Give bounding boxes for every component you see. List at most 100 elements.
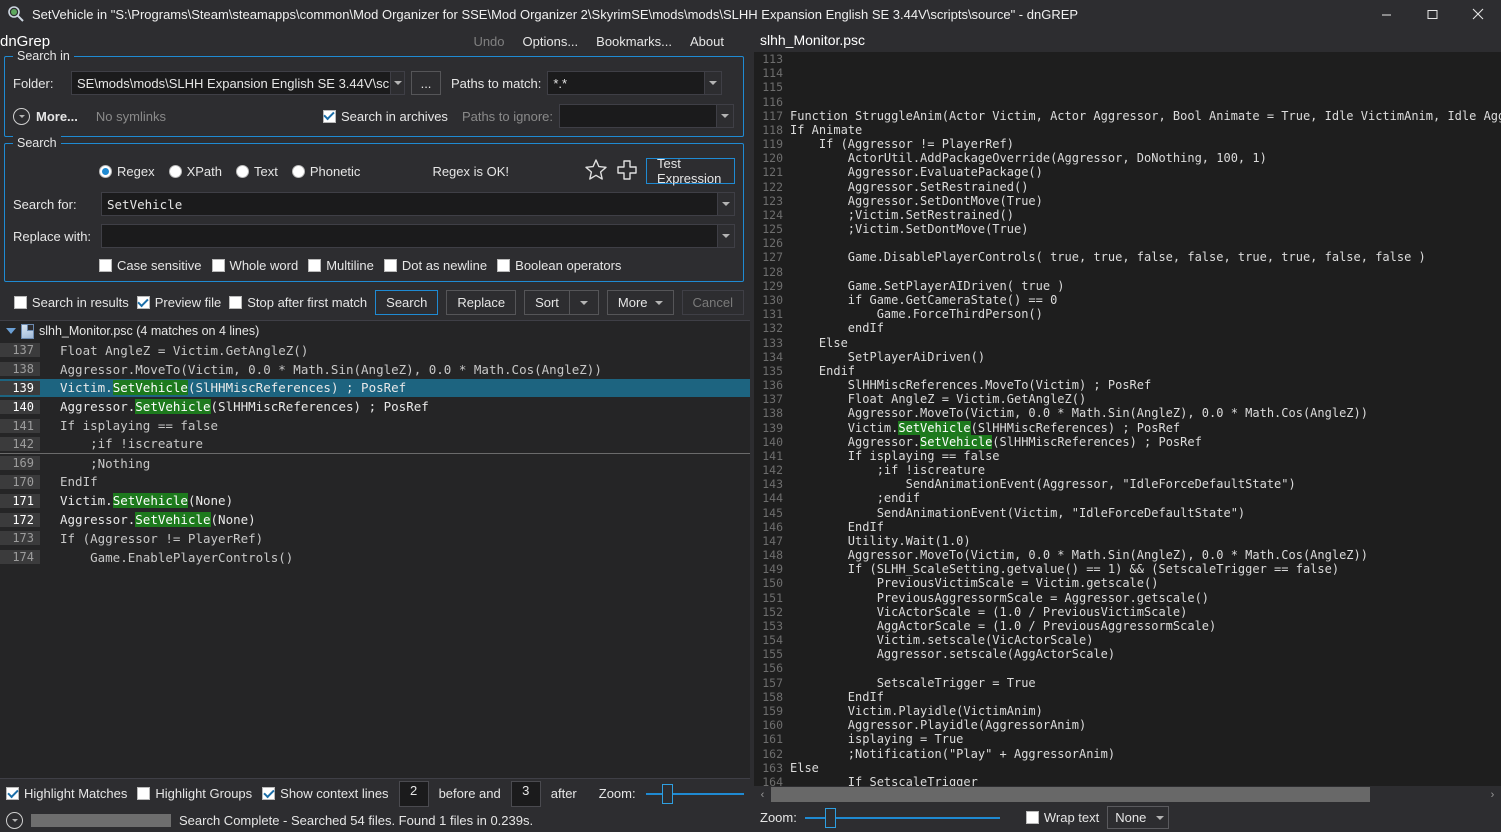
search-for-input[interactable]: SetVehicle [101, 192, 717, 216]
more-expander-icon[interactable] [13, 108, 30, 125]
preview-line[interactable]: 115 [754, 80, 1501, 94]
preview-line[interactable]: 153 AggActorScale = (1.0 / PreviousAggre… [754, 619, 1501, 633]
more-options-button[interactable]: More [607, 290, 674, 315]
preview-line[interactable]: 133 Else [754, 335, 1501, 349]
highlight-groups-checkbox[interactable]: Highlight Groups [137, 786, 252, 801]
preview-line[interactable]: 114 [754, 66, 1501, 80]
preview-line[interactable]: 127 Game.DisablePlayerControls( true, tr… [754, 250, 1501, 264]
bookmark-star-icon[interactable] [584, 158, 608, 184]
preview-line[interactable]: 139 Victim.SetVehicle(SlHHMiscReferences… [754, 420, 1501, 434]
paths-to-match-combo[interactable]: *.* [547, 71, 722, 95]
result-line[interactable]: 140Aggressor.SetVehicle(SlHHMiscReferenc… [0, 397, 750, 416]
replace-button[interactable]: Replace [446, 290, 516, 315]
add-bookmark-plus-icon[interactable] [616, 159, 638, 184]
slider-thumb[interactable] [825, 808, 836, 828]
replace-with-dropdown-icon[interactable] [717, 224, 735, 248]
menu-item-bookmarks[interactable]: Bookmarks... [596, 34, 672, 49]
preview-line[interactable]: 149 If (SLHH_ScaleSetting.getvalue() == … [754, 562, 1501, 576]
close-button[interactable] [1455, 0, 1501, 28]
preview-line[interactable]: 143 SendAnimationEvent(Aggressor, "IdleF… [754, 477, 1501, 491]
preview-line[interactable]: 163Else [754, 761, 1501, 775]
results-zoom-slider[interactable] [646, 784, 744, 804]
minimize-button[interactable] [1363, 0, 1409, 28]
boolean-operators-checkbox[interactable]: Boolean operators [497, 258, 621, 273]
preview-line[interactable]: 124 ;Victim.SetRestrained() [754, 208, 1501, 222]
paths-to-match-input[interactable]: *.* [547, 71, 704, 95]
preview-line[interactable]: 141 If isplaying == false [754, 449, 1501, 463]
result-line[interactable]: 139Victim.SetVehicle(SlHHMiscReferences)… [0, 379, 750, 398]
result-line[interactable]: 174 Game.EnablePlayerControls() [0, 548, 750, 567]
browse-folder-button[interactable]: ... [411, 71, 441, 95]
menu-item-undo[interactable]: Undo [473, 34, 504, 49]
preview-line[interactable]: 156 [754, 661, 1501, 675]
syntax-highlight-select[interactable]: None [1107, 806, 1169, 829]
preview-line[interactable]: 134 SetPlayerAiDriven() [754, 350, 1501, 364]
preview-line[interactable]: 132 endIf [754, 321, 1501, 335]
preview-line[interactable]: 136 SlHHMiscReferences.MoveTo(Victim) ; … [754, 378, 1501, 392]
cancel-button[interactable]: Cancel [682, 290, 744, 315]
preview-line[interactable]: 117Function StruggleAnim(Actor Victim, A… [754, 109, 1501, 123]
menu-item-about[interactable]: About [690, 34, 724, 49]
search-in-results-checkbox[interactable]: Search in results [14, 295, 129, 310]
preview-line[interactable]: 126 [754, 236, 1501, 250]
scroll-right-icon[interactable]: › [1484, 786, 1501, 803]
result-line[interactable]: 171Victim.SetVehicle(None) [0, 491, 750, 510]
preview-line[interactable]: 157 SetscaleTrigger = True [754, 676, 1501, 690]
folder-combo[interactable]: SE\mods\mods\SLHH Expansion English SE 3… [71, 71, 405, 95]
slider-thumb[interactable] [662, 784, 673, 804]
preview-line[interactable]: 152 VicActorScale = (1.0 / PreviousVicti… [754, 605, 1501, 619]
multiline-checkbox[interactable]: Multiline [308, 258, 374, 273]
scroll-left-icon[interactable]: ‹ [754, 786, 771, 803]
highlight-matches-checkbox[interactable]: Highlight Matches [6, 786, 127, 801]
result-line[interactable]: 137Float AngleZ = Victim.GetAngleZ() [0, 341, 750, 360]
result-file-node[interactable]: slhh_Monitor.psc (4 matches on 4 lines) [0, 321, 750, 341]
preview-line[interactable]: 137 Float AngleZ = Victim.GetAngleZ() [754, 392, 1501, 406]
preview-line[interactable]: 135 Endif [754, 364, 1501, 378]
preview-line[interactable]: 154 Victim.setscale(VicActorScale) [754, 633, 1501, 647]
paths-to-ignore-input[interactable] [559, 104, 716, 128]
search-for-dropdown-icon[interactable] [717, 192, 735, 216]
sort-split-button[interactable]: Sort [524, 290, 599, 315]
search-button[interactable]: Search [375, 290, 438, 315]
preview-line[interactable]: 161 isplaying = True [754, 732, 1501, 746]
preview-editor[interactable]: 113114115116117Function StruggleAnim(Act… [754, 52, 1501, 786]
preview-line[interactable]: 118If Animate [754, 123, 1501, 137]
preview-line[interactable]: 131 Game.ForceThirdPerson() [754, 307, 1501, 321]
context-before-input[interactable]: 2 [399, 781, 429, 807]
maximize-button[interactable] [1409, 0, 1455, 28]
result-line[interactable]: 142 ;if !iscreature [0, 435, 750, 454]
results-tree[interactable]: slhh_Monitor.psc (4 matches on 4 lines) … [0, 320, 750, 778]
preview-line[interactable]: 123 Aggressor.SetDontMove(True) [754, 194, 1501, 208]
result-line[interactable]: 172Aggressor.SetVehicle(None) [0, 510, 750, 529]
preview-line[interactable]: 162 ;Notification("Play" + AggressorAnim… [754, 746, 1501, 760]
preview-line[interactable]: 155 Aggressor.setscale(AggActorScale) [754, 647, 1501, 661]
preview-line[interactable]: 122 Aggressor.SetRestrained() [754, 180, 1501, 194]
result-line[interactable]: 141If isplaying == false [0, 416, 750, 435]
result-line[interactable]: 170EndIf [0, 473, 750, 492]
result-line[interactable]: 138Aggressor.MoveTo(Victim, 0.0 * Math.S… [0, 360, 750, 379]
preview-line[interactable]: 145 SendAnimationEvent(Victim, "IdleForc… [754, 506, 1501, 520]
preview-line[interactable]: 160 Aggressor.Playidle(AggressorAnim) [754, 718, 1501, 732]
case-sensitive-checkbox[interactable]: Case sensitive [99, 258, 202, 273]
scrollbar-thumb[interactable] [771, 787, 1370, 802]
sort-dropdown-icon[interactable] [569, 290, 599, 315]
preview-line[interactable]: 129 Game.SetPlayerAIDriven( true ) [754, 279, 1501, 293]
preview-line[interactable]: 138 Aggressor.MoveTo(Victim, 0.0 * Math.… [754, 406, 1501, 420]
paths-to-match-dropdown-icon[interactable] [704, 71, 722, 95]
paths-to-ignore-combo[interactable] [559, 104, 734, 128]
preview-line[interactable]: 113 [754, 52, 1501, 66]
paths-to-ignore-dropdown-icon[interactable] [716, 104, 734, 128]
preview-line[interactable]: 116 [754, 95, 1501, 109]
more-label[interactable]: More... [36, 109, 78, 124]
show-context-lines-checkbox[interactable]: Show context lines [262, 786, 388, 801]
preview-line[interactable]: 128 [754, 265, 1501, 279]
stop-after-first-match-checkbox[interactable]: Stop after first match [229, 295, 367, 310]
preview-line[interactable]: 130 if Game.GetCameraState() == 0 [754, 293, 1501, 307]
preview-line[interactable]: 121 Aggressor.EvaluatePackage() [754, 165, 1501, 179]
expander-icon[interactable] [6, 328, 16, 334]
preview-zoom-slider[interactable] [805, 808, 1000, 828]
preview-line[interactable]: 120 ActorUtil.AddPackageOverride(Aggress… [754, 151, 1501, 165]
preview-line[interactable]: 148 Aggressor.MoveTo(Victim, 0.0 * Math.… [754, 548, 1501, 562]
context-after-input[interactable]: 3 [511, 781, 541, 807]
folder-input[interactable]: SE\mods\mods\SLHH Expansion English SE 3… [71, 71, 390, 95]
